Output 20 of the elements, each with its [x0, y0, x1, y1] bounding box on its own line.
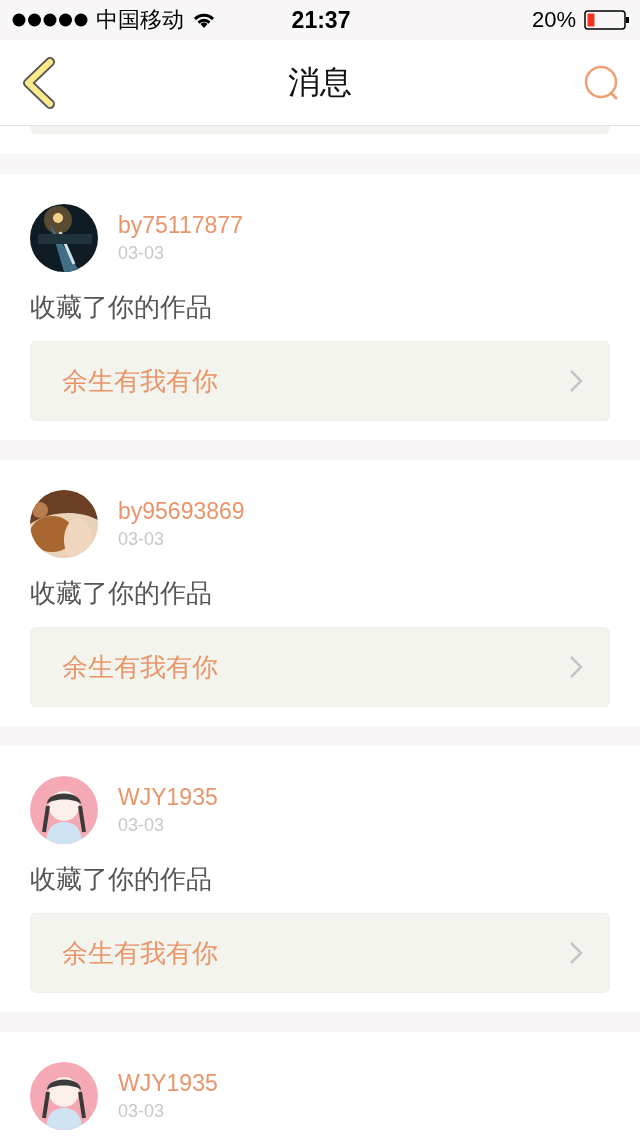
- work-link[interactable]: 余生有我有你: [30, 341, 610, 421]
- user-name[interactable]: WJY1935: [118, 1070, 218, 1097]
- chevron-right-icon: [569, 369, 583, 393]
- carrier-name: 中国移动: [96, 6, 184, 34]
- wifi-icon: [192, 11, 216, 29]
- battery-percent: 20%: [531, 7, 576, 33]
- message-text: 收藏了你的作品: [30, 577, 213, 610]
- message-text: 收藏了你的作品: [30, 863, 213, 896]
- chevron-right-icon: [569, 941, 583, 965]
- work-link[interactable]: 余生有我有你: [30, 913, 610, 993]
- message-text: 收藏了你的作品: [30, 291, 213, 324]
- battery-icon: [584, 10, 630, 30]
- page-title: 消息: [288, 61, 352, 103]
- work-link[interactable]: 余生有我有你: [30, 627, 610, 707]
- user-name[interactable]: by95693869: [118, 498, 245, 525]
- user-name[interactable]: by75117877: [118, 212, 243, 239]
- user-name[interactable]: WJY1935: [118, 784, 218, 811]
- clock-time: 21:37: [291, 6, 351, 34]
- signal-icon: [12, 13, 88, 27]
- chevron-right-icon: [569, 655, 583, 679]
